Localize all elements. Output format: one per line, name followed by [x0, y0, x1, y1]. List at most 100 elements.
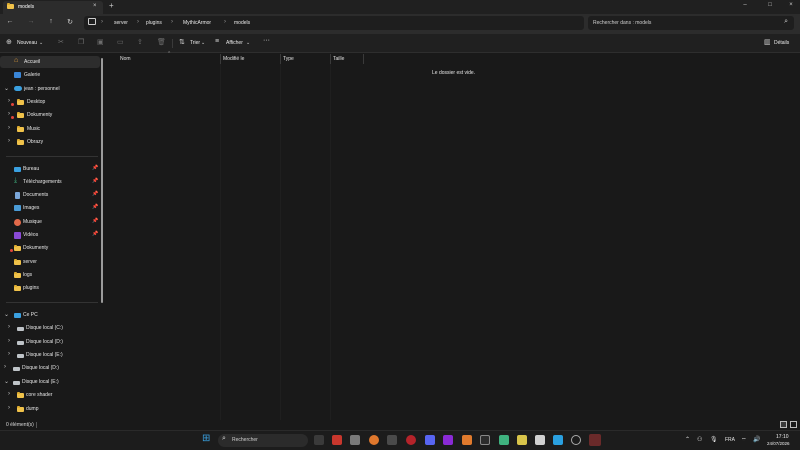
up-arrow-icon[interactable]: ↑	[45, 18, 57, 25]
sidebar-item-documents[interactable]: Documents 📌	[0, 189, 100, 201]
sidebar-scrollbar[interactable]	[101, 58, 103, 303]
app-discord-icon[interactable]	[425, 435, 435, 445]
chevron-down-icon[interactable]: ⌄	[4, 311, 9, 318]
volume-icon[interactable]: 🔊	[753, 436, 760, 443]
column-divider[interactable]	[330, 54, 331, 64]
sort-button[interactable]: Trier	[190, 40, 200, 46]
sidebar-item-galerie[interactable]: Galerie	[0, 69, 100, 81]
app-blender-icon[interactable]	[369, 435, 379, 445]
more-options-button[interactable]: ···	[263, 37, 270, 44]
sidebar-item-music[interactable]: › Music	[0, 123, 100, 135]
app-active-icon[interactable]	[589, 434, 601, 446]
delete-icon[interactable]: 🗑	[157, 38, 166, 46]
chevron-right-icon[interactable]: ›	[8, 351, 10, 357]
sidebar-item-core-shader[interactable]: › core shader	[0, 389, 100, 401]
sidebar-item-accueil[interactable]: ⌂ Accueil	[0, 56, 100, 68]
sidebar-item-onedrive[interactable]: ⌄ jean : personnel	[0, 83, 100, 95]
column-header-modified[interactable]: Modifié le	[223, 54, 280, 64]
chevron-right-icon[interactable]: ›	[8, 324, 10, 330]
column-header-size[interactable]: Taille	[333, 54, 363, 64]
maximize-button[interactable]: □	[764, 2, 776, 8]
app-folder-icon[interactable]	[517, 435, 527, 445]
taskbar-search[interactable]: ⌕ Rechercher	[218, 434, 308, 447]
sidebar-item-images[interactable]: Images 📌	[0, 202, 100, 214]
app-twitch-icon[interactable]	[443, 435, 453, 445]
chevron-right-icon[interactable]: ›	[8, 338, 10, 344]
app-telegram-icon[interactable]	[553, 435, 563, 445]
minimize-button[interactable]: –	[739, 2, 751, 8]
forward-arrow-icon[interactable]: →	[25, 18, 37, 25]
start-windows-icon[interactable]: ⊞	[202, 434, 210, 444]
app-minecraft-icon[interactable]	[499, 435, 509, 445]
view-button[interactable]: Afficher	[226, 40, 243, 46]
breadcrumb-models[interactable]: models	[234, 20, 250, 26]
breadcrumb-server[interactable]: server	[114, 20, 128, 26]
sidebar-item-ce-pc[interactable]: ⌄ Ce PC	[0, 309, 100, 321]
new-button[interactable]: Nouveau	[17, 40, 37, 46]
pin-icon[interactable]: 📌	[92, 204, 98, 210]
rename-icon[interactable]: ▭	[117, 38, 124, 46]
sidebar-item-plugins[interactable]: plugins	[0, 282, 100, 294]
chevron-right-icon[interactable]: ›	[8, 98, 10, 104]
chevron-right-icon[interactable]: ›	[8, 138, 10, 144]
sidebar-item-drive-c[interactable]: › Disque local (C:)	[0, 322, 100, 334]
clock-date[interactable]: 24/07/2026	[767, 441, 790, 446]
sidebar-item-server[interactable]: server	[0, 256, 100, 268]
pin-icon[interactable]: 📌	[92, 178, 98, 184]
pin-icon[interactable]: 📌	[92, 218, 98, 224]
tiles-view-icon[interactable]	[790, 421, 797, 428]
breadcrumb-plugins[interactable]: plugins	[146, 20, 162, 26]
chevron-down-icon[interactable]: ⌄	[4, 85, 9, 92]
sidebar-item-drive-d[interactable]: › Disque local (D:)	[0, 336, 100, 348]
sidebar-item-videos[interactable]: Vidéos 📌	[0, 229, 100, 241]
address-bar[interactable]: › server › plugins › MythicArmor › model…	[84, 16, 584, 30]
share-icon[interactable]: ⇪	[137, 38, 143, 46]
pin-icon[interactable]: 📌	[92, 165, 98, 171]
sidebar-item-logs[interactable]: logs	[0, 269, 100, 281]
clock-time[interactable]: 17:10	[776, 434, 789, 440]
chevron-right-icon[interactable]: ›	[4, 364, 6, 370]
app-file-icon[interactable]	[350, 435, 360, 445]
column-divider[interactable]	[220, 54, 221, 64]
sidebar-item-dokumenty-quick[interactable]: Dokumenty	[0, 242, 100, 254]
sidebar-item-musique[interactable]: Musique 📌	[0, 216, 100, 228]
tab-close-button[interactable]: ×	[93, 3, 97, 9]
task-view-icon[interactable]	[314, 435, 324, 445]
chevron-right-icon[interactable]: ›	[8, 405, 10, 411]
chevron-right-icon[interactable]: ›	[8, 391, 10, 397]
sidebar-item-obrazy[interactable]: › Obrazy	[0, 136, 100, 148]
tab-models[interactable]: models ×	[3, 1, 103, 14]
chevron-up-icon[interactable]: ⌃	[685, 436, 690, 443]
sidebar-item-drive-e-root[interactable]: ⌄ Disque local (E:)	[0, 376, 100, 388]
sidebar-item-desktop[interactable]: › Desktop	[0, 96, 100, 108]
search-input[interactable]: Rechercher dans : models ⌕	[588, 16, 794, 30]
sidebar-item-bureau[interactable]: Bureau 📌	[0, 163, 100, 175]
pin-icon[interactable]: 📌	[92, 231, 98, 237]
column-header-type[interactable]: Type	[283, 54, 330, 64]
search-icon[interactable]: ⌕	[784, 18, 788, 26]
language-indicator[interactable]: FRA	[725, 437, 735, 443]
close-window-button[interactable]: ×	[785, 2, 797, 8]
details-view-icon[interactable]	[780, 421, 787, 428]
sidebar-item-telechargements[interactable]: ⤓ Téléchargements 📌	[0, 176, 100, 188]
details-button[interactable]: Détails	[774, 40, 789, 46]
pin-icon[interactable]: 📌	[92, 191, 98, 197]
microphone-icon[interactable]: 🎙	[710, 436, 718, 443]
new-tab-button[interactable]: +	[109, 1, 114, 10]
sidebar-item-dokumenty[interactable]: › Dokumenty	[0, 109, 100, 121]
network-icon[interactable]: ⚇	[697, 436, 702, 443]
app-opera-icon[interactable]	[406, 435, 416, 445]
sidebar-item-drive-e[interactable]: › Disque local (E:)	[0, 349, 100, 361]
app-intellij-icon[interactable]	[462, 435, 472, 445]
paste-icon[interactable]: ▣	[97, 38, 104, 46]
app-unreal-icon[interactable]	[535, 435, 545, 445]
sidebar-item-drive-d-root[interactable]: › Disque local (D:)	[0, 362, 100, 374]
cut-icon[interactable]: ✂	[58, 38, 64, 46]
chevron-right-icon[interactable]: ›	[8, 111, 10, 117]
chevron-right-icon[interactable]: ›	[8, 125, 10, 131]
back-arrow-icon[interactable]: ←	[4, 18, 16, 25]
sidebar-item-dump[interactable]: › dump	[0, 403, 100, 415]
chevron-down-icon[interactable]: ⌄	[4, 378, 9, 385]
refresh-icon[interactable]: ↻	[64, 18, 76, 26]
copy-icon[interactable]: ❐	[78, 38, 84, 46]
